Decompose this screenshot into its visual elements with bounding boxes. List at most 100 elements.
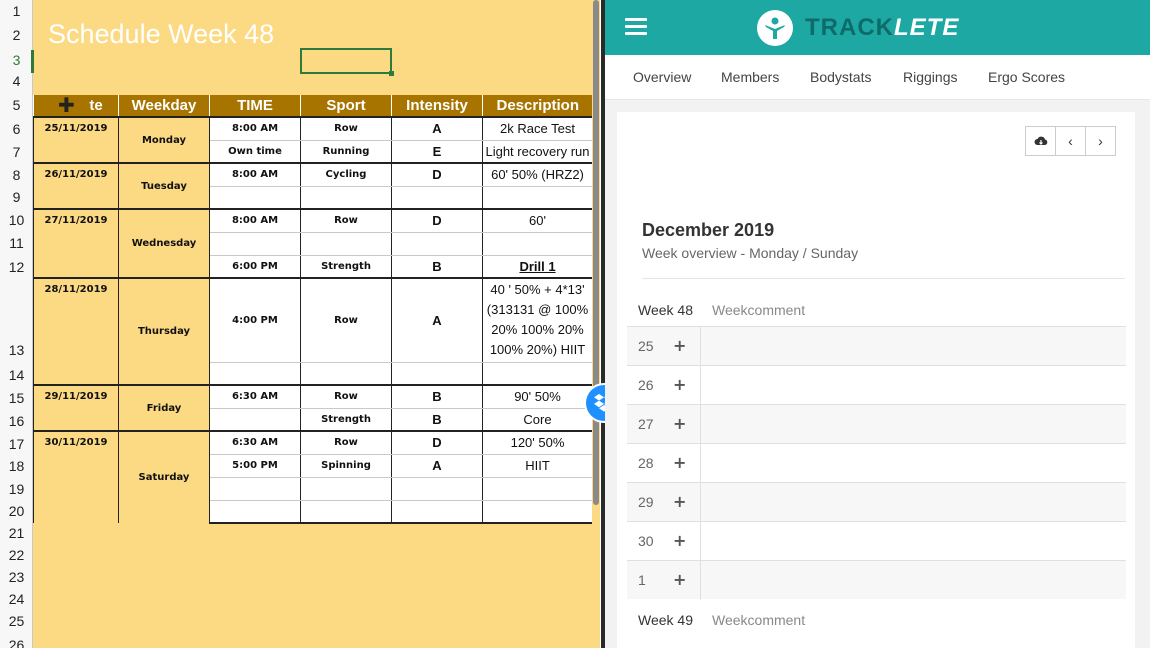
cell-intensity[interactable]: A xyxy=(391,116,483,141)
cell-weekday[interactable]: Thursday xyxy=(118,277,210,385)
cell-weekday[interactable]: Monday xyxy=(118,116,210,163)
cell-sport[interactable]: Spinning xyxy=(300,454,392,478)
nav-bodystats[interactable]: Bodystats xyxy=(810,69,871,85)
header-time[interactable]: TIME xyxy=(209,95,301,117)
add-session-icon[interactable]: + xyxy=(673,375,686,394)
cell-time[interactable]: 6:30 AM xyxy=(209,430,301,455)
cell-description[interactable]: 40 ' 50% + 4*13' (313131 @ 100% 20% 100%… xyxy=(482,277,593,363)
day-row[interactable]: 29 + xyxy=(627,482,1126,522)
cell-intensity[interactable] xyxy=(391,186,483,210)
cell-date[interactable]: 26/11/2019 xyxy=(33,162,119,209)
cell-intensity[interactable] xyxy=(391,232,483,256)
sheet-title[interactable]: Schedule Week 48 xyxy=(48,19,274,50)
cell-sport[interactable] xyxy=(300,362,392,386)
row-number[interactable]: 2 xyxy=(0,27,33,43)
cell-description[interactable]: 120' 50% xyxy=(482,430,593,455)
cell-intensity[interactable]: B xyxy=(391,408,483,432)
nav-members[interactable]: Members xyxy=(721,69,779,85)
cell-time[interactable]: 8:00 AM xyxy=(209,208,301,233)
row-number[interactable]: 11 xyxy=(0,235,33,251)
add-session-icon[interactable]: + xyxy=(673,570,686,589)
cell-sport[interactable]: Running xyxy=(300,140,392,164)
cell-sport[interactable] xyxy=(300,186,392,210)
nav-riggings[interactable]: Riggings xyxy=(903,69,957,85)
cell-sport[interactable]: Cycling xyxy=(300,162,392,187)
row-number[interactable]: 10 xyxy=(0,212,33,228)
cell-description[interactable]: Core xyxy=(482,408,593,432)
hamburger-menu-icon[interactable] xyxy=(625,18,647,36)
row-number[interactable]: 21 xyxy=(0,525,33,541)
cell-description[interactable] xyxy=(482,186,593,210)
cell-intensity[interactable] xyxy=(391,362,483,386)
row-number[interactable]: 16 xyxy=(0,413,33,429)
cell-intensity[interactable]: D xyxy=(391,162,483,187)
cell-time[interactable]: 6:30 AM xyxy=(209,384,301,409)
row-number[interactable]: 5 xyxy=(0,97,33,113)
cell-sport[interactable]: Row xyxy=(300,430,392,455)
cell-description[interactable]: Drill 1 xyxy=(482,255,593,279)
row-number[interactable]: 24 xyxy=(0,591,33,607)
cell-time[interactable] xyxy=(209,186,301,210)
cell-sport[interactable]: Row xyxy=(300,277,392,363)
cell-intensity[interactable]: B xyxy=(391,384,483,409)
cell-sport[interactable]: Strength xyxy=(300,408,392,432)
cell-description[interactable] xyxy=(482,500,593,524)
cell-intensity[interactable]: A xyxy=(391,277,483,363)
row-number[interactable]: 12 xyxy=(0,259,33,275)
row-number[interactable]: 13 xyxy=(0,342,33,358)
row-number[interactable]: 25 xyxy=(0,613,33,629)
row-number[interactable]: 9 xyxy=(0,189,33,205)
cell-intensity[interactable]: E xyxy=(391,140,483,164)
cell-description[interactable]: HIIT xyxy=(482,454,593,478)
add-session-icon[interactable]: + xyxy=(673,453,686,472)
cell-time[interactable]: 4:00 PM xyxy=(209,277,301,363)
row-number[interactable]: 14 xyxy=(0,367,33,383)
cell-description[interactable]: 60' xyxy=(482,208,593,233)
add-session-icon[interactable]: + xyxy=(673,414,686,433)
cell-description[interactable] xyxy=(482,232,593,256)
add-session-icon[interactable]: + xyxy=(673,336,686,355)
cell-time[interactable]: 8:00 AM xyxy=(209,116,301,141)
day-row[interactable]: 1 + xyxy=(627,560,1126,600)
cell-sport[interactable]: Row xyxy=(300,384,392,409)
chevron-left-icon[interactable]: ‹ xyxy=(1055,126,1086,156)
add-session-icon[interactable]: + xyxy=(673,531,686,550)
row-number[interactable]: 15 xyxy=(0,390,33,406)
row-number[interactable]: 1 xyxy=(0,3,33,19)
add-session-icon[interactable]: + xyxy=(673,492,686,511)
row-number[interactable]: 8 xyxy=(0,167,33,183)
row-number[interactable]: 22 xyxy=(0,547,33,563)
cell-weekday[interactable]: Tuesday xyxy=(118,162,210,209)
cell-weekday[interactable]: Saturday xyxy=(118,430,210,523)
cell-time[interactable] xyxy=(209,477,301,501)
day-row[interactable]: 28 + xyxy=(627,443,1126,483)
cell-intensity[interactable] xyxy=(391,477,483,501)
cell-time[interactable]: 5:00 PM xyxy=(209,454,301,478)
cell-time[interactable] xyxy=(209,232,301,256)
row-number[interactable]: 6 xyxy=(0,121,33,137)
cell-time[interactable]: 8:00 AM xyxy=(209,162,301,187)
week-comment-field[interactable]: Weekcomment xyxy=(712,612,805,628)
cell-sport[interactable]: Row xyxy=(300,208,392,233)
cell-weekday[interactable]: Friday xyxy=(118,384,210,431)
row-number[interactable]: 4 xyxy=(0,73,33,89)
cell-time[interactable] xyxy=(209,500,301,524)
header-description[interactable]: Description xyxy=(482,95,593,117)
nav-ergo-scores[interactable]: Ergo Scores xyxy=(988,69,1065,85)
row-number[interactable]: 26 xyxy=(0,637,33,648)
row-number[interactable]: 18 xyxy=(0,458,33,474)
day-row[interactable]: 27 + xyxy=(627,404,1126,444)
row-number[interactable]: 7 xyxy=(0,144,33,160)
header-sport[interactable]: Sport xyxy=(300,95,392,117)
cell-description[interactable]: 60' 50% (HRZ2) xyxy=(482,162,593,187)
cell-sport[interactable] xyxy=(300,500,392,524)
cell-intensity[interactable] xyxy=(391,500,483,524)
row-number[interactable]: 23 xyxy=(0,569,33,585)
cell-sport[interactable] xyxy=(300,477,392,501)
cell-weekday[interactable]: Wednesday xyxy=(118,208,210,278)
row-number[interactable]: 19 xyxy=(0,481,33,497)
day-row[interactable]: 25 + xyxy=(627,326,1126,366)
cell-sport[interactable]: Row xyxy=(300,116,392,141)
cell-intensity[interactable]: D xyxy=(391,430,483,455)
row-number[interactable]: 20 xyxy=(0,503,33,519)
